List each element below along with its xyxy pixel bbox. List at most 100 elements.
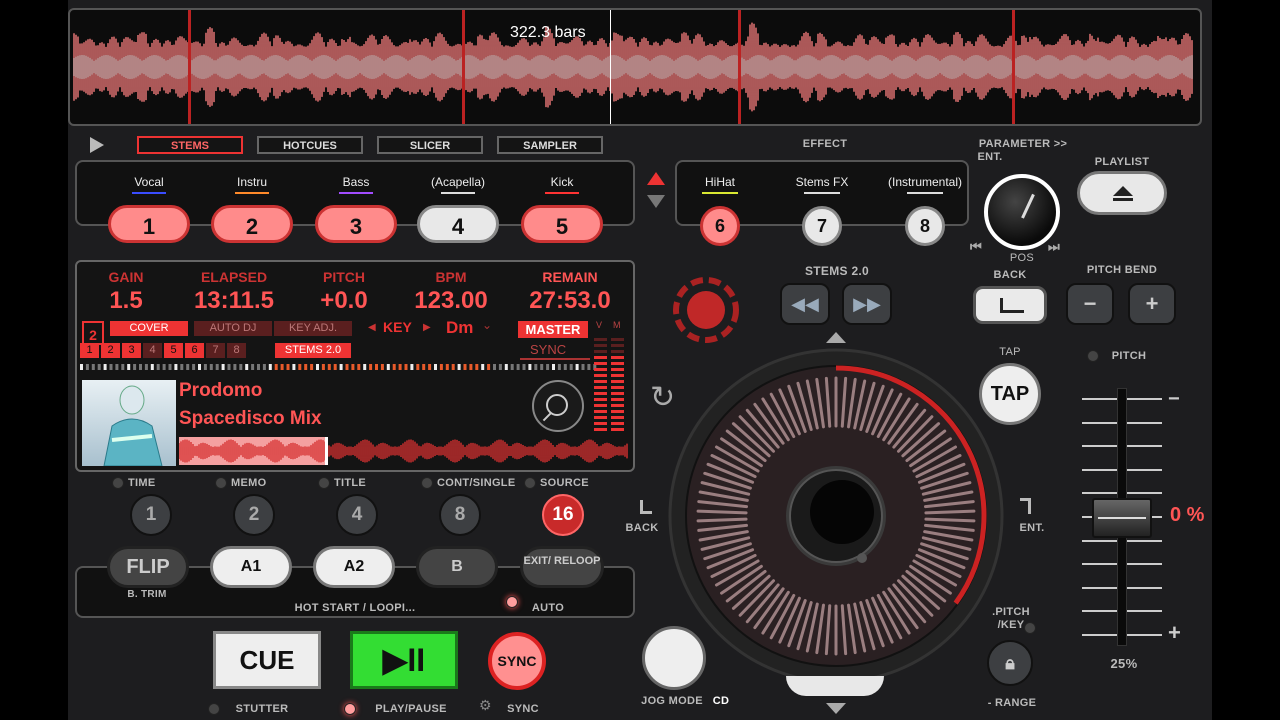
pitch-bend-plus-button[interactable]: + <box>1128 283 1176 325</box>
stem-cell-3[interactable]: 3 <box>122 343 141 358</box>
stem-button-5[interactable]: 5 <box>521 205 603 243</box>
vu-segment <box>594 428 607 431</box>
fast-forward-button[interactable]: ▶▶ <box>842 283 892 325</box>
key-dropdown-icon[interactable]: ⌄ <box>482 318 492 332</box>
mode-button-2[interactable]: 4 <box>336 494 378 536</box>
stem-button-1[interactable]: 1 <box>108 205 190 243</box>
beat-dot <box>575 364 579 370</box>
fx-stem-button-6[interactable]: 6 <box>700 206 740 246</box>
tab-sampler[interactable]: SAMPLER <box>497 136 603 154</box>
beat-dot <box>445 364 449 370</box>
rewind-button[interactable]: ◀◀ <box>780 283 830 325</box>
stems20-toggle[interactable]: STEMS 2.0 <box>275 343 351 358</box>
playlist-button[interactable] <box>1077 171 1167 215</box>
mode-label-0: TIME <box>128 477 156 489</box>
cue-marker <box>1012 10 1015 124</box>
fx-stem-button-7[interactable]: 7 <box>802 206 842 246</box>
master-toggle[interactable]: MASTER <box>518 321 588 338</box>
elapsed-value: 13:11.5 <box>193 287 275 314</box>
loop-a1-button[interactable]: A1 <box>210 546 292 588</box>
tab-slicer[interactable]: SLICER <box>377 136 483 154</box>
beat-dot <box>439 364 443 370</box>
jog-bottom-marker <box>786 676 884 696</box>
fx-stem-label-7: Stems FX <box>795 175 849 189</box>
pitch-fader-handle[interactable] <box>1092 498 1152 538</box>
key-left-icon[interactable]: ◀ <box>368 322 376 333</box>
stem-cell-7[interactable]: 7 <box>206 343 225 358</box>
beat-dot <box>457 364 461 370</box>
remain-label: REMAIN <box>542 269 598 285</box>
beat-dot <box>369 364 373 370</box>
auto-dj-toggle[interactable]: AUTO DJ <box>194 321 272 336</box>
cue-button[interactable]: CUE <box>213 631 321 689</box>
loop-b-button[interactable]: B <box>416 546 498 588</box>
beat-grid <box>80 364 597 370</box>
jog-down-icon[interactable] <box>826 703 846 714</box>
tab-stems[interactable]: STEMS <box>137 136 243 154</box>
exit-reloop-button[interactable]: EXIT/ RELOOP <box>520 546 604 588</box>
stem-label-4: (Acapella) <box>430 175 486 189</box>
arrow-down-icon[interactable] <box>647 195 665 208</box>
beat-dot <box>351 364 355 370</box>
mode-button-4[interactable]: 16 <box>542 494 584 536</box>
vu-segment <box>594 362 607 365</box>
mode-label-3: CONT/SINGLE <box>437 477 516 489</box>
stem-button-4[interactable]: 4 <box>417 205 499 243</box>
beat-dot <box>528 364 532 370</box>
bpm-label: BPM <box>435 269 467 285</box>
waveform-overview[interactable]: 322.3 bars <box>68 8 1202 126</box>
waveform-graphic <box>73 10 1193 124</box>
stem-cell-6[interactable]: 6 <box>185 343 204 358</box>
mini-playhead <box>325 437 328 465</box>
stem-cell-8[interactable]: 8 <box>227 343 246 358</box>
mini-waveform[interactable] <box>179 437 629 465</box>
beat-dot <box>262 364 266 370</box>
stem-cell-2[interactable]: 2 <box>101 343 120 358</box>
mode-button-3[interactable]: 8 <box>439 494 481 536</box>
key-right-icon[interactable]: ▶ <box>423 322 431 333</box>
play-pause-led <box>344 703 356 715</box>
beat-dot <box>103 364 107 370</box>
play-arrow-icon[interactable] <box>90 137 104 153</box>
beat-dot <box>156 364 160 370</box>
lock-button[interactable]: 🔒︎ <box>987 640 1033 686</box>
back-button[interactable] <box>973 286 1047 324</box>
vu-segment <box>611 410 624 413</box>
cover-toggle[interactable]: COVER <box>110 321 188 336</box>
mode-button-0[interactable]: 1 <box>130 494 172 536</box>
sync-button[interactable]: SYNC <box>488 632 546 690</box>
pitch-bend-minus-button[interactable]: − <box>1066 283 1114 325</box>
beat-dot <box>428 364 432 370</box>
vu-segment <box>594 404 607 407</box>
stem-cell-5[interactable]: 5 <box>164 343 183 358</box>
fx-stem-button-8[interactable]: 8 <box>905 206 945 246</box>
stem-cell-1[interactable]: 1 <box>80 343 99 358</box>
beat-dot <box>357 364 361 370</box>
stem-cell-4[interactable]: 4 <box>143 343 162 358</box>
beat-dot <box>186 364 190 370</box>
search-button[interactable] <box>532 380 584 432</box>
loop-a2-button[interactable]: A2 <box>313 546 395 588</box>
hot-start-label: HOT START / LOOPI... <box>294 602 416 614</box>
flip-button[interactable]: FLIP <box>107 546 189 588</box>
skip-back-icon[interactable]: ⏮ <box>970 239 982 255</box>
tab-hotcues[interactable]: HOTCUES <box>257 136 363 154</box>
jog-wheel[interactable] <box>668 348 1004 698</box>
jog-mode-button[interactable] <box>642 626 706 690</box>
key-adj-toggle[interactable]: KEY ADJ. <box>274 321 352 336</box>
arrow-up-icon[interactable] <box>647 172 665 185</box>
beat-dot <box>80 364 83 370</box>
stem-button-2[interactable]: 2 <box>211 205 293 243</box>
sync-gear-icon[interactable]: ⚙ <box>479 697 492 714</box>
beat-dot <box>139 364 142 370</box>
stem-color-bar-4 <box>441 192 475 194</box>
jog-up-icon[interactable] <box>826 332 846 343</box>
beat-dot <box>422 364 426 370</box>
stem-button-3[interactable]: 3 <box>315 205 397 243</box>
beat-dot <box>245 364 249 370</box>
skip-forward-icon[interactable]: ⏭ <box>1048 239 1060 255</box>
beat-dot <box>180 364 184 370</box>
mode-button-1[interactable]: 2 <box>233 494 275 536</box>
play-pause-button[interactable]: ▶II <box>350 631 458 689</box>
beat-dot <box>133 364 137 370</box>
